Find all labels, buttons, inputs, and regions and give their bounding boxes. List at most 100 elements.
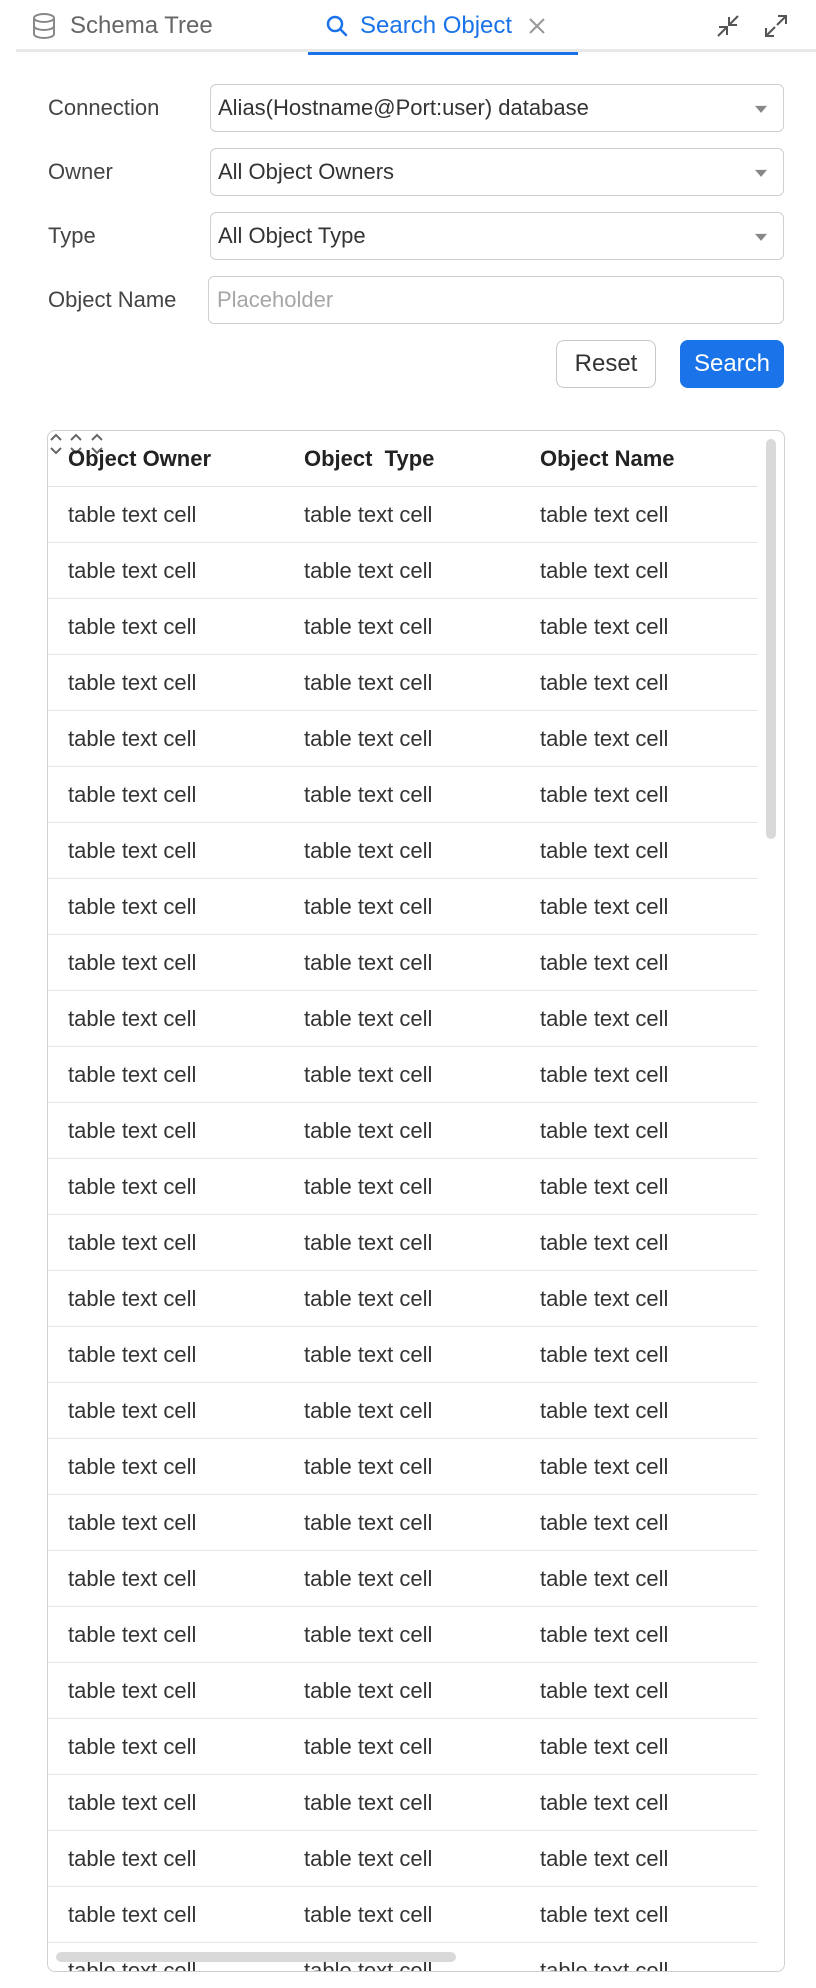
tab-search-object[interactable]: Search Object bbox=[308, 0, 578, 55]
table-row[interactable]: table text cell table text cell table text… bbox=[48, 1215, 758, 1271]
collapse-icon[interactable] bbox=[712, 10, 744, 42]
table-cell: table text cell bbox=[304, 838, 433, 863]
table-cell: table text cell bbox=[68, 1678, 197, 1703]
table-cell: table text cell bbox=[540, 1062, 669, 1087]
column-header-object-type[interactable]: Object Type bbox=[304, 431, 434, 487]
table-cell: table text cell bbox=[540, 502, 669, 527]
table-cell: table text cell bbox=[304, 1902, 433, 1927]
table-cell: table text cell bbox=[540, 1678, 669, 1703]
horizontal-scrollbar[interactable] bbox=[56, 1952, 456, 1962]
database-icon bbox=[32, 13, 56, 39]
table-row[interactable]: table text cell table text cell table text… bbox=[48, 1495, 758, 1551]
table-cell: table text cell bbox=[540, 1342, 669, 1367]
table-cell: table text cell bbox=[68, 1006, 197, 1031]
tab-search-object-label: Search Object bbox=[360, 12, 513, 39]
table-cell: table text cell bbox=[540, 1510, 669, 1535]
table-cell: table text cell bbox=[540, 1734, 669, 1759]
close-icon[interactable] bbox=[528, 17, 546, 35]
column-header-object-name[interactable]: Object Name bbox=[540, 431, 675, 487]
owner-label: Owner bbox=[48, 159, 113, 184]
tab-schema-tree[interactable]: Schema Tree bbox=[32, 0, 213, 52]
type-value: All Object Type bbox=[218, 223, 366, 248]
chevron-down-icon bbox=[755, 105, 767, 113]
table-cell: table text cell bbox=[304, 1846, 433, 1871]
table-cell: table text cell bbox=[540, 1902, 669, 1927]
table-cell: table text cell bbox=[304, 614, 433, 639]
table-row[interactable]: table text cell table text cell table text… bbox=[48, 655, 758, 711]
expand-icon[interactable] bbox=[760, 10, 792, 42]
table-cell: table text cell bbox=[304, 1510, 433, 1535]
table-cell: table text cell bbox=[68, 1902, 197, 1927]
table-cell: table text cell bbox=[68, 1286, 197, 1311]
table-cell: table text cell bbox=[304, 950, 433, 975]
table-cell: table text cell bbox=[68, 782, 197, 807]
table-cell: table text cell bbox=[304, 558, 433, 583]
table-row[interactable]: table text cell table text cell table text… bbox=[48, 991, 758, 1047]
results-table: Object Owner Object Type Object Name tab… bbox=[47, 430, 785, 1972]
column-header-object-owner[interactable]: Object Owner bbox=[68, 431, 211, 487]
table-row[interactable]: table text cell table text cell table text… bbox=[48, 711, 758, 767]
table-row[interactable]: table text cell table text cell table text… bbox=[48, 1831, 758, 1887]
table-cell: table text cell bbox=[304, 1398, 433, 1423]
active-tab-indicator bbox=[308, 52, 578, 55]
table-row[interactable]: table text cell table text cell table text… bbox=[48, 1663, 758, 1719]
table-body: table text cell table text cell table text… bbox=[48, 487, 758, 1972]
table-cell: table text cell bbox=[540, 1398, 669, 1423]
table-row[interactable]: table text cell table text cell table text… bbox=[48, 599, 758, 655]
table-row[interactable]: table text cell table text cell table text… bbox=[48, 1439, 758, 1495]
table-cell: table text cell bbox=[304, 670, 433, 695]
type-label: Type bbox=[48, 223, 96, 248]
sort-icon[interactable] bbox=[48, 433, 68, 461]
table-cell: table text cell bbox=[304, 1118, 433, 1143]
table-row[interactable]: table text cell table text cell table text… bbox=[48, 1719, 758, 1775]
connection-select[interactable]: Alias(Hostname@Port:user) database bbox=[210, 84, 784, 132]
table-row[interactable]: table text cell table text cell table text… bbox=[48, 767, 758, 823]
vertical-scrollbar[interactable] bbox=[766, 439, 776, 839]
table-row[interactable]: table text cell table text cell table text… bbox=[48, 1383, 758, 1439]
table-cell: table text cell bbox=[304, 1006, 433, 1031]
table-row[interactable]: table text cell table text cell table text… bbox=[48, 1775, 758, 1831]
table-row[interactable]: table text cell table text cell table text… bbox=[48, 1047, 758, 1103]
table-row[interactable]: table text cell table text cell table text… bbox=[48, 1607, 758, 1663]
reset-button[interactable]: Reset bbox=[556, 340, 656, 388]
chevron-down-icon bbox=[755, 233, 767, 241]
table-row[interactable]: table text cell table text cell table text… bbox=[48, 1327, 758, 1383]
table-cell: table text cell bbox=[68, 894, 197, 919]
table-row[interactable]: table text cell table text cell table text… bbox=[48, 1159, 758, 1215]
table-cell: table text cell bbox=[540, 558, 669, 583]
table-row[interactable]: table text cell table text cell table text… bbox=[48, 543, 758, 599]
connection-label: Connection bbox=[48, 95, 160, 120]
table-cell: table text cell bbox=[68, 1790, 197, 1815]
chevron-down-icon bbox=[755, 169, 767, 177]
table-row[interactable]: table text cell table text cell table text… bbox=[48, 1271, 758, 1327]
table-row[interactable]: table text cell table text cell table text… bbox=[48, 823, 758, 879]
table-cell: table text cell bbox=[68, 838, 197, 863]
table-cell: table text cell bbox=[540, 614, 669, 639]
table-row[interactable]: table text cell table text cell table text… bbox=[48, 935, 758, 991]
table-cell: table text cell bbox=[68, 1454, 197, 1479]
table-cell: table text cell bbox=[540, 1566, 669, 1591]
table-cell: table text cell bbox=[540, 1622, 669, 1647]
table-cell: table text cell bbox=[304, 1454, 433, 1479]
owner-select[interactable]: All Object Owners bbox=[210, 148, 784, 196]
table-cell: table text cell bbox=[540, 1958, 669, 1972]
table-row[interactable]: table text cell table text cell table text… bbox=[48, 879, 758, 935]
table-cell: table text cell bbox=[304, 1286, 433, 1311]
table-cell: table text cell bbox=[68, 1062, 197, 1087]
search-button[interactable]: Search bbox=[680, 340, 784, 388]
table-row[interactable]: table text cell table text cell table text… bbox=[48, 1551, 758, 1607]
type-select[interactable]: All Object Type bbox=[210, 212, 784, 260]
table-row[interactable]: table text cell table text cell table text… bbox=[48, 1887, 758, 1943]
tab-schema-tree-label: Schema Tree bbox=[70, 12, 213, 39]
table-cell: table text cell bbox=[540, 1454, 669, 1479]
table-row[interactable]: table text cell table text cell table text… bbox=[48, 487, 758, 543]
type-row: Type All Object Type bbox=[48, 212, 784, 260]
object-name-input[interactable] bbox=[208, 276, 784, 324]
table-cell: table text cell bbox=[304, 726, 433, 751]
table-cell: table text cell bbox=[304, 1734, 433, 1759]
table-row[interactable]: table text cell table text cell table text… bbox=[48, 1103, 758, 1159]
table-cell: table text cell bbox=[68, 950, 197, 975]
table-cell: table text cell bbox=[304, 1678, 433, 1703]
table-cell: table text cell bbox=[540, 1230, 669, 1255]
table-cell: table text cell bbox=[68, 726, 197, 751]
